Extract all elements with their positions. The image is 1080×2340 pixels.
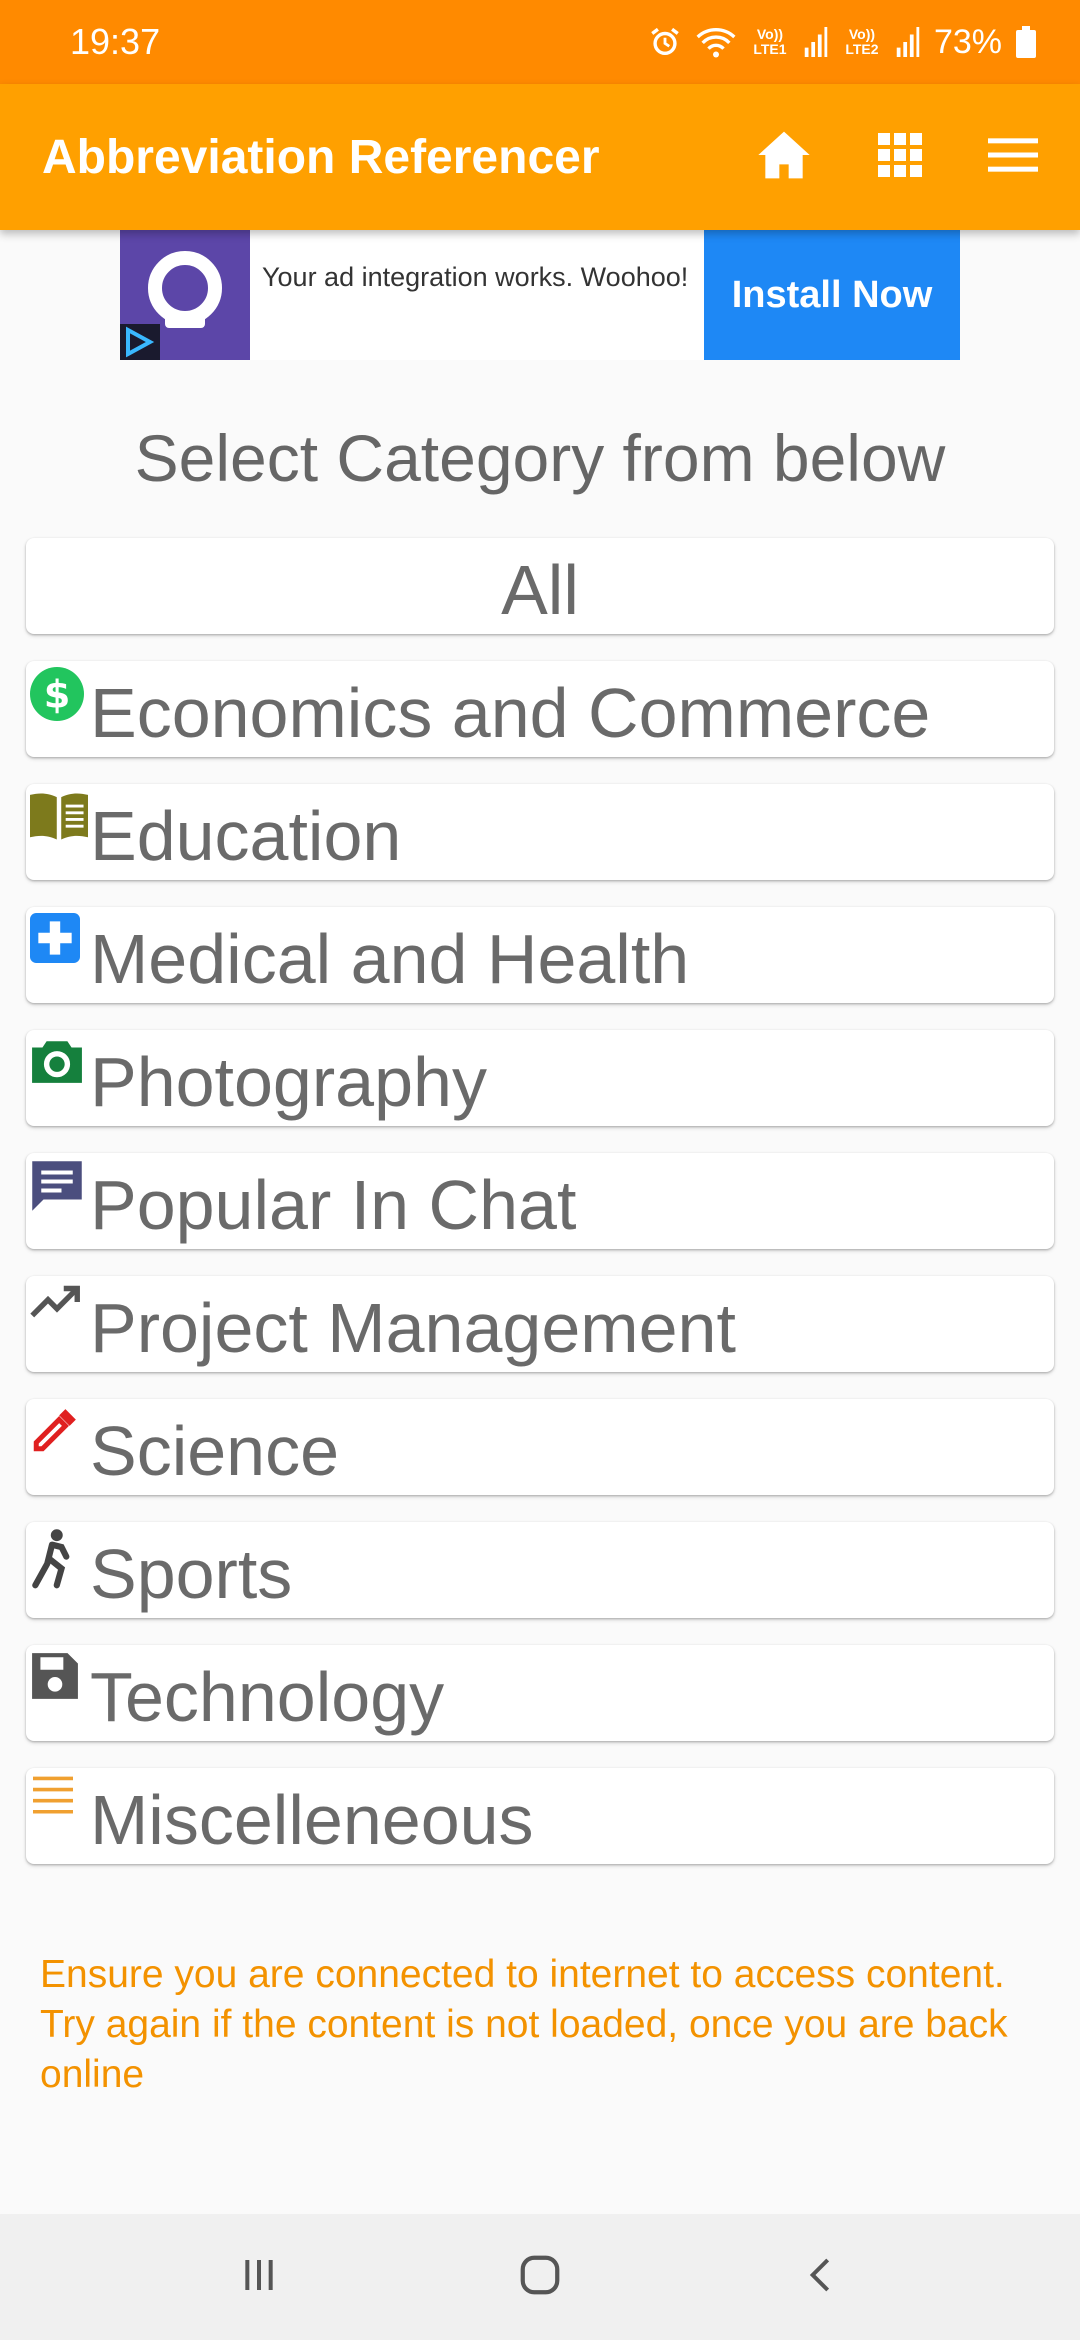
category-label: Technology [90,1658,445,1736]
category-item-all[interactable]: All [26,538,1054,634]
category-label: Education [90,797,402,875]
page-heading: Select Category from below [134,421,946,495]
floppy-disk-icon [30,1651,84,1705]
status-bar: 19:37 Vo)) LTE1 Vo)) LTE2 73% [0,0,1080,84]
category-label: Sports [90,1535,293,1613]
category-label: Economics and Commerce [90,674,931,752]
app-bar: Abbreviation Referencer [0,84,1080,230]
category-item-miscelleneous[interactable]: Miscelleneous [26,1768,1054,1864]
dropper-icon [30,1405,84,1459]
category-label: Miscelleneous [90,1781,534,1859]
menu-icon[interactable] [988,135,1038,180]
status-icons: Vo)) LTE1 Vo)) LTE2 73% [648,23,1036,62]
sim1-label: Vo)) LTE1 [753,26,787,57]
app-title: Abbreviation Referencer [42,130,600,184]
category-item-medical[interactable]: Medical and Health [26,907,1054,1003]
dollar-icon: $ [30,667,84,721]
connection-notice: Ensure you are connected to internet to … [40,1953,1008,2096]
category-label: Medical and Health [90,920,690,998]
camera-icon [30,1036,84,1090]
category-label: Project Management [90,1289,736,1367]
app-actions [756,129,1038,186]
alarm-icon [648,25,682,59]
signal-icon-1 [804,27,828,57]
svg-text:$: $ [44,673,71,718]
category-list: All $ Economics and Commerce Education M… [26,538,1054,1891]
category-label: Science [90,1412,340,1490]
category-item-photography[interactable]: Photography [26,1030,1054,1126]
home-nav-icon[interactable] [517,2252,563,2303]
signal-icon-2 [896,27,920,57]
ad-logo [120,230,250,360]
ad-text: Your ad integration works. Woohoo! [262,262,689,292]
chat-icon [30,1159,84,1213]
ad-banner[interactable]: Your ad integration works. Woohoo! Insta… [120,230,960,360]
category-item-economics[interactable]: $ Economics and Commerce [26,661,1054,757]
category-item-sports[interactable]: Sports [26,1522,1054,1618]
home-icon[interactable] [756,129,812,186]
category-label: Photography [90,1043,487,1121]
battery-icon [1016,26,1036,58]
wifi-icon [696,25,736,59]
status-time: 19:37 [70,21,161,62]
category-item-popular-in-chat[interactable]: Popular In Chat [26,1153,1054,1249]
category-item-education[interactable]: Education [26,784,1054,880]
sim2-label: Vo)) LTE2 [845,26,879,57]
category-label: All [501,551,579,629]
medical-cross-icon [30,913,84,967]
category-label: Popular In Chat [90,1166,577,1244]
category-item-science[interactable]: Science [26,1399,1054,1495]
battery-percent: 73% [933,22,1002,61]
recent-apps-icon[interactable] [239,2255,279,2300]
back-icon[interactable] [801,2255,841,2300]
install-now-button[interactable]: Install Now [704,230,960,360]
category-item-technology[interactable]: Technology [26,1645,1054,1741]
trending-up-icon [30,1282,84,1336]
athlete-icon [30,1528,84,1589]
book-icon [30,790,88,844]
category-item-project-management[interactable]: Project Management [26,1276,1054,1372]
lines-icon [30,1774,84,1828]
system-nav-bar [0,2214,1080,2340]
grid-icon[interactable] [876,131,924,184]
